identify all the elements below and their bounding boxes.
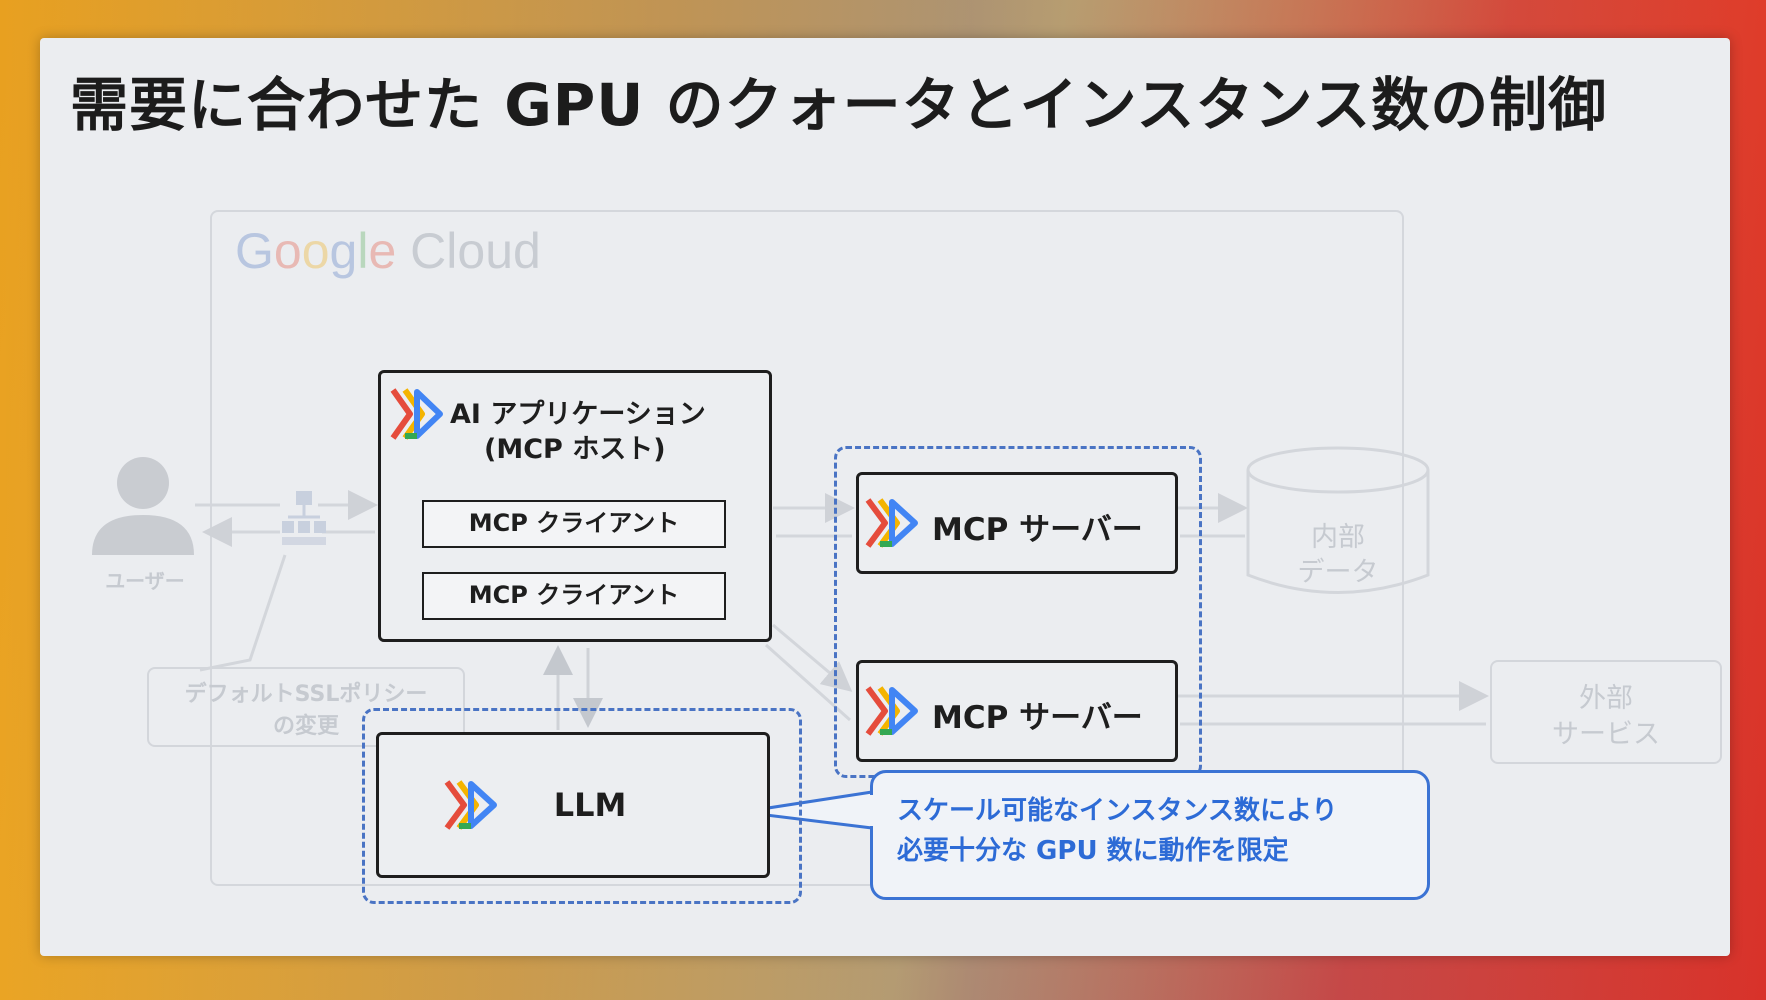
callout-pointer-cover: [870, 795, 874, 826]
